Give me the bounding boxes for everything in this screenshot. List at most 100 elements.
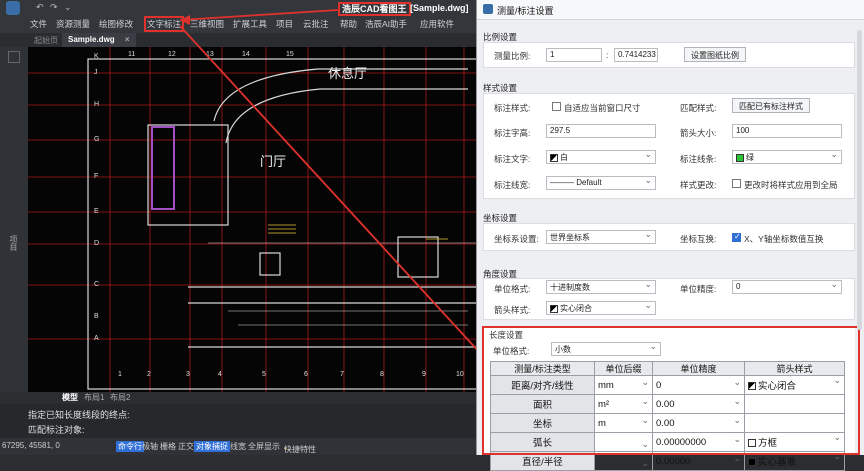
match-style-label: 匹配样式: <box>680 103 717 113</box>
drawing-canvas[interactable]: K J H G F E D C B A 休息厅 门厅 1 2 3 4 5 6 7… <box>28 47 480 392</box>
angle-unit-select[interactable]: 十进制度数 <box>546 280 656 294</box>
col-label-14: 14 <box>242 51 250 58</box>
line-width-select[interactable]: ——— Default <box>546 176 656 190</box>
text-color-select[interactable]: 白 <box>546 150 656 164</box>
arrow-closed-icon <box>550 304 558 313</box>
col-label-11: 11 <box>128 51 136 58</box>
status-lineweight[interactable]: 线宽 <box>230 441 246 452</box>
sidebar-project-label[interactable]: 项目 <box>8 235 19 251</box>
angle-arrow-value: 实心闭合 <box>560 304 592 313</box>
scale-separator: : <box>606 50 609 60</box>
layout-tabs: 模型 布局1 布局2 <box>0 392 480 404</box>
menu-help[interactable]: 帮助 <box>340 18 357 30</box>
status-command-line[interactable]: 命令行 <box>116 441 144 452</box>
arrow-cell: 实心基准 <box>748 453 841 468</box>
menu-project[interactable]: 项目 <box>276 18 293 30</box>
auto-fit-label: 自适应当前窗口尺寸 <box>564 103 641 113</box>
layout-tab-layout2[interactable]: 布局2 <box>110 392 130 403</box>
text-height-input[interactable]: 297.5 <box>546 124 656 138</box>
status-osnap[interactable]: 对象捕捉 <box>194 441 230 452</box>
angle-precision-select[interactable]: 0 <box>732 280 842 294</box>
document-title: [Sample.dwg] <box>410 3 469 13</box>
menu-apps[interactable]: 应用软件 <box>420 18 454 30</box>
dialog-scrollbar[interactable] <box>857 30 862 330</box>
axis-label-b: B <box>94 313 99 320</box>
command-prompt-line[interactable]: 匹配标注对象: <box>28 423 85 436</box>
quick-access-dropdown-icon[interactable]: ⌄ <box>64 2 72 13</box>
status-ortho[interactable]: 正交 <box>178 441 194 452</box>
set-drawing-scale-button[interactable]: 设置图纸比例 <box>684 47 746 62</box>
col-label-7: 7 <box>340 371 344 378</box>
status-fullscreen[interactable]: 全屏显示 <box>248 441 280 452</box>
menu-text-annotate[interactable]: 文字标注 <box>144 16 185 32</box>
room-label-hall: 门厅 <box>260 155 287 170</box>
layout-tab-model[interactable]: 模型 <box>62 392 78 403</box>
col-label-15: 15 <box>286 51 294 58</box>
arrow-datum-icon <box>748 458 756 467</box>
match-style-button[interactable]: 匹配已有标注样式 <box>732 98 810 113</box>
scale-value2-input[interactable]: 0.7414233 <box>614 48 658 62</box>
coord-swap-checkbox[interactable] <box>732 232 741 242</box>
angle-section: 单位格式: 十进制度数 单位精度: 0 箭头样式: 实心闭合 <box>483 278 855 320</box>
sidebar-collapse-icon[interactable] <box>8 51 20 63</box>
text-color-value: 白 <box>560 153 568 162</box>
precision-value: 0.00000 <box>656 453 741 467</box>
col-label-9: 9 <box>422 371 426 378</box>
style-section: 标注样式: 自适应当前窗口尺寸 匹配样式: 匹配已有标注样式 标注字高: 297… <box>483 93 855 199</box>
dialog-app-icon <box>483 4 493 14</box>
command-area: 指定已知长度线段的终点: 匹配标注对象: <box>0 404 480 438</box>
status-grid[interactable]: 栅格 <box>160 441 176 452</box>
status-polar[interactable]: 极轴 <box>142 441 158 452</box>
line-width-label: 标注线宽: <box>494 180 531 190</box>
tab-home[interactable]: 起始页 <box>34 35 58 46</box>
command-history-line: 指定已知长度线段的终点: <box>28 410 130 420</box>
col-label-3: 3 <box>186 371 190 378</box>
axis-label-g: G <box>94 136 100 143</box>
coords-readout: 67295, 45581, 0 <box>2 441 60 450</box>
angle-arrow-select[interactable]: 实心闭合 <box>546 301 656 315</box>
menu-cloud-annotate[interactable]: 云批注 <box>303 18 329 30</box>
undo-icon[interactable]: ↶ <box>36 2 44 13</box>
coord-system-select[interactable]: 世界坐标系 <box>546 230 656 244</box>
axis-label-h: H <box>94 101 100 108</box>
menu-extend-tools[interactable]: 扩展工具 <box>233 18 267 30</box>
axis-label-k: K <box>94 53 99 60</box>
scale-label: 测量比例: <box>494 51 531 61</box>
angle-arrow-label: 箭头样式: <box>494 305 531 315</box>
arrow-size-input[interactable]: 100 <box>732 124 842 138</box>
axis-label-j: J <box>94 69 98 76</box>
text-height-label: 标注字高: <box>494 128 531 138</box>
tab-sample[interactable]: Sample.dwg × <box>62 33 136 47</box>
scale-section: 测量比例: 1 : 0.7414233 设置图纸比例 <box>483 42 855 68</box>
menu-bar: 文件 资源测量 绘图修改 文字标注 三维视图 扩展工具 项目 云批注 帮助 浩辰… <box>0 16 480 33</box>
menu-resource-measure[interactable]: 资源测量 <box>56 18 90 30</box>
app-title-badge: 浩辰CAD看图王 <box>338 2 411 16</box>
line-color-label: 标注线条: <box>680 154 717 164</box>
col-label-1: 1 <box>118 371 122 378</box>
mark-style-label: 标注样式: <box>494 103 531 113</box>
scale-value1-input[interactable]: 1 <box>546 48 602 62</box>
document-tabs: 起始页 Sample.dwg × <box>0 33 480 47</box>
text-color-label: 标注文字: <box>494 154 531 164</box>
menu-draw-modify[interactable]: 绘图修改 <box>99 18 133 30</box>
menu-file[interactable]: 文件 <box>30 18 47 30</box>
redo-icon[interactable]: ↷ <box>50 2 58 13</box>
col-label-13: 13 <box>206 51 214 58</box>
col-label-8: 8 <box>380 371 384 378</box>
close-icon[interactable]: × <box>125 35 130 44</box>
apply-global-checkbox[interactable] <box>732 179 741 188</box>
left-sidebar: 项目 <box>0 47 28 392</box>
coord-swap-option: X、Y轴坐标数值互换 <box>744 234 824 244</box>
line-color-select[interactable]: 绿 <box>732 150 842 164</box>
app-logo[interactable] <box>6 1 20 15</box>
col-label-10: 10 <box>456 371 464 378</box>
menu-3d-view[interactable]: 三维视图 <box>190 18 224 30</box>
layout-tab-layout1[interactable]: 布局1 <box>84 392 104 403</box>
axis-label-f: F <box>94 173 99 180</box>
axis-label-c: C <box>94 281 100 288</box>
white-swatch-icon <box>550 153 558 162</box>
menu-ai-assistant[interactable]: 浩辰AI助手 <box>365 18 407 30</box>
style-change-label: 样式更改: <box>680 180 717 190</box>
length-highlight-box <box>482 326 860 455</box>
auto-fit-checkbox[interactable] <box>552 102 561 111</box>
